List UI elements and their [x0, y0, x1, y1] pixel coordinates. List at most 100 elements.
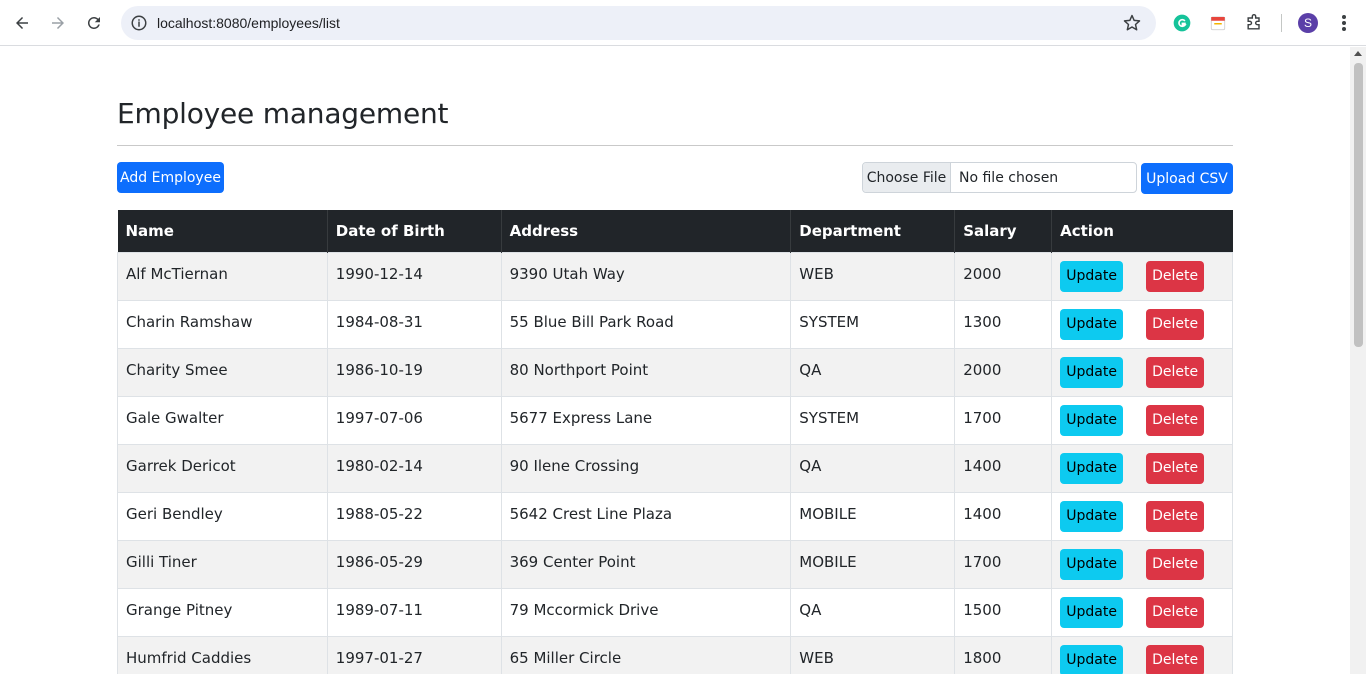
cell-name: Gale Gwalter — [117, 395, 328, 445]
update-button[interactable]: Update — [1060, 644, 1124, 674]
update-button[interactable]: Update — [1060, 404, 1124, 436]
cell-address: 9390 Utah Way — [500, 251, 792, 301]
cell-actions: Update Delete — [1051, 491, 1233, 541]
cell-dob: 1986-05-29 — [326, 539, 502, 589]
cell-name: Charity Smee — [117, 347, 328, 397]
cell-name: Geri Bendley — [117, 491, 328, 541]
cell-salary: 2000 — [954, 347, 1053, 397]
cell-name: Gilli Tiner — [117, 539, 328, 589]
cell-dob: 1988-05-22 — [326, 491, 502, 541]
cell-address: 55 Blue Bill Park Road — [500, 299, 792, 349]
back-button[interactable] — [8, 9, 36, 37]
update-button[interactable]: Update — [1060, 356, 1124, 388]
site-info-icon[interactable] — [130, 14, 148, 32]
cell-department: MOBILE — [790, 491, 956, 541]
cell-actions: Update Delete — [1051, 635, 1233, 674]
cell-name: Charin Ramshaw — [117, 299, 328, 349]
update-button[interactable]: Update — [1060, 260, 1124, 292]
header-salary: Salary — [954, 210, 1052, 252]
cell-department: SYSTEM — [790, 299, 956, 349]
cell-dob: 1984-08-31 — [326, 299, 502, 349]
cell-dob: 1989-07-11 — [326, 587, 502, 637]
more-menu-icon[interactable] — [1334, 12, 1354, 34]
bookmark-star-icon[interactable] — [1122, 13, 1142, 33]
cell-name: Alf McTiernan — [117, 251, 328, 301]
header-address: Address — [500, 210, 791, 252]
profile-avatar[interactable]: S — [1298, 13, 1318, 33]
delete-button[interactable]: Delete — [1146, 644, 1205, 674]
update-button[interactable]: Update — [1060, 596, 1124, 628]
cell-department: QA — [790, 443, 956, 493]
calendar-extension-icon[interactable] — [1207, 12, 1229, 34]
csv-file-input[interactable]: Choose File No file chosen — [862, 162, 1137, 193]
delete-button[interactable]: Delete — [1146, 356, 1205, 388]
update-button[interactable]: Update — [1060, 548, 1124, 580]
delete-button[interactable]: Delete — [1146, 500, 1205, 532]
delete-button[interactable]: Delete — [1146, 308, 1205, 340]
extensions-puzzle-icon[interactable] — [1243, 12, 1265, 34]
cell-actions: Update Delete — [1051, 299, 1233, 349]
cell-actions: Update Delete — [1051, 443, 1233, 493]
cell-dob: 1997-07-06 — [326, 395, 502, 445]
cell-address: 5677 Express Lane — [500, 395, 792, 445]
title-divider — [117, 145, 1233, 146]
delete-button[interactable]: Delete — [1146, 260, 1205, 292]
page-scrollbar[interactable] — [1350, 47, 1366, 674]
cell-salary: 1800 — [954, 635, 1053, 674]
cell-dob: 1997-01-27 — [326, 635, 502, 674]
cell-salary: 1300 — [954, 299, 1053, 349]
cell-name: Grange Pitney — [117, 587, 328, 637]
cell-dob: 1990-12-14 — [326, 251, 502, 301]
cell-name: Garrek Dericot — [117, 443, 328, 493]
cell-actions: Update Delete — [1051, 539, 1233, 589]
table-row: Alf McTiernan 1990-12-14 9390 Utah Way W… — [117, 251, 1233, 301]
cell-salary: 2000 — [954, 251, 1053, 301]
cell-address: 79 Mccormick Drive — [500, 587, 792, 637]
page-viewport: Employee management Add Employee Choose … — [0, 47, 1350, 674]
table-row: Charity Smee 1986-10-19 80 Northport Poi… — [117, 347, 1233, 397]
table-row: Geri Bendley 1988-05-22 5642 Crest Line … — [117, 491, 1233, 541]
cell-actions: Update Delete — [1051, 347, 1233, 397]
upload-csv-button[interactable]: Upload CSV — [1141, 163, 1233, 194]
delete-button[interactable]: Delete — [1146, 452, 1205, 484]
delete-button[interactable]: Delete — [1146, 404, 1205, 436]
cell-salary: 1500 — [954, 587, 1053, 637]
address-bar[interactable]: localhost:8080/employees/list — [121, 6, 1156, 40]
reload-icon — [87, 16, 100, 29]
cell-dob: 1986-10-19 — [326, 347, 502, 397]
browser-toolbar: localhost:8080/employees/list S — [0, 0, 1366, 46]
arrow-right-icon — [52, 17, 64, 29]
cell-department: SYSTEM — [790, 395, 956, 445]
reload-button[interactable] — [80, 9, 108, 37]
grammarly-extension-icon[interactable] — [1171, 12, 1193, 34]
cell-actions: Update Delete — [1051, 395, 1233, 445]
url-text: localhost:8080/employees/list — [157, 15, 340, 31]
cell-address: 90 Ilene Crossing — [500, 443, 792, 493]
cell-dob: 1980-02-14 — [326, 443, 502, 493]
employee-table: Name Date of Birth Address Department Sa… — [117, 210, 1233, 674]
header-action: Action — [1051, 210, 1233, 252]
add-employee-button[interactable]: Add Employee — [117, 162, 224, 193]
update-button[interactable]: Update — [1060, 308, 1124, 340]
cell-salary: 1700 — [954, 539, 1053, 589]
scrollbar-thumb[interactable] — [1354, 63, 1363, 347]
header-name: Name — [117, 210, 328, 252]
update-button[interactable]: Update — [1060, 500, 1124, 532]
cell-salary: 1700 — [954, 395, 1053, 445]
header-dob: Date of Birth — [326, 210, 502, 252]
cell-department: QA — [790, 347, 956, 397]
header-department: Department — [790, 210, 955, 252]
table-row: Gale Gwalter 1997-07-06 5677 Express Lan… — [117, 395, 1233, 445]
choose-file-button[interactable]: Choose File — [863, 163, 951, 192]
update-button[interactable]: Update — [1060, 452, 1124, 484]
delete-button[interactable]: Delete — [1146, 548, 1205, 580]
delete-button[interactable]: Delete — [1146, 596, 1205, 628]
table-row: Humfrid Caddies 1997-01-27 65 Miller Cir… — [117, 635, 1233, 674]
forward-button[interactable] — [44, 9, 72, 37]
cell-actions: Update Delete — [1051, 587, 1233, 637]
cell-department: MOBILE — [790, 539, 956, 589]
cell-department: QA — [790, 587, 956, 637]
scroll-up-arrow-icon[interactable] — [1354, 51, 1362, 56]
cell-address: 369 Center Point — [500, 539, 792, 589]
cell-address: 5642 Crest Line Plaza — [500, 491, 792, 541]
